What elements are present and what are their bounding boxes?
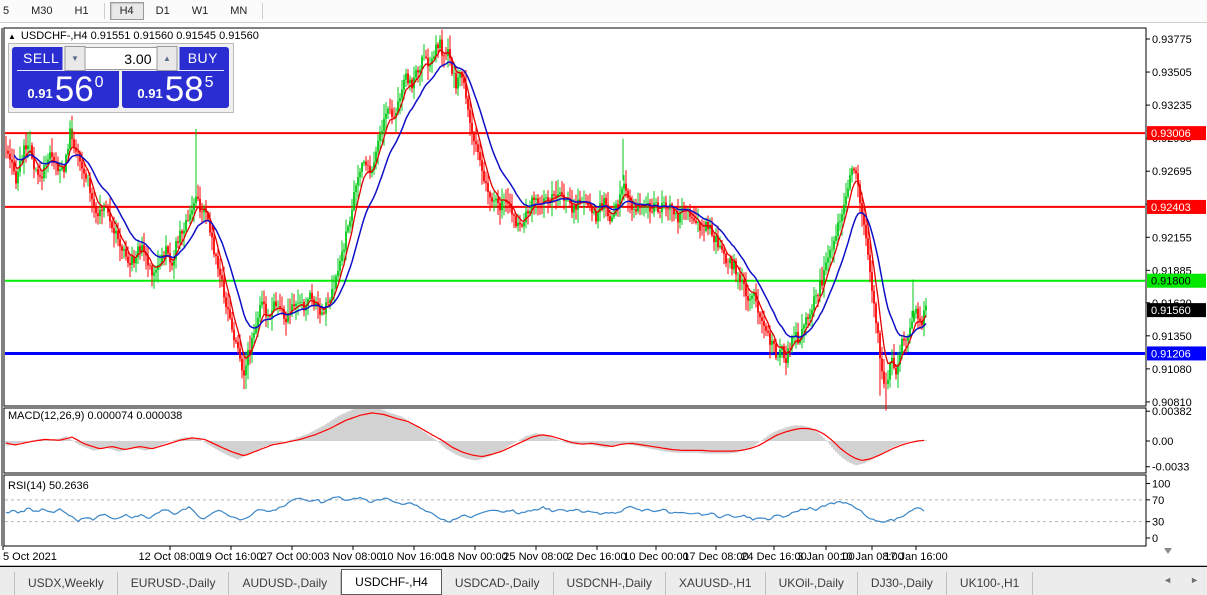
toolbar-separator bbox=[262, 3, 263, 19]
one-click-trading-panel: SELL 0.91560 BUY 0.91585 ▼ ▲ bbox=[8, 43, 234, 113]
macd-indicator-label: MACD(12,26,9) 0.000074 0.000038 bbox=[8, 410, 182, 422]
svg-text:25 Nov 08:00: 25 Nov 08:00 bbox=[503, 551, 568, 563]
chart-tabs: USDX,WeeklyEURUSD-,DailyAUDUSD-,DailyUSD… bbox=[0, 569, 1033, 595]
buy-price-sup: 5 bbox=[205, 74, 214, 92]
chart-tab-ukoil-daily[interactable]: UKOil-,Daily bbox=[766, 572, 858, 595]
collapse-panel-icon[interactable]: ▲ bbox=[8, 32, 16, 41]
buy-label: BUY bbox=[188, 50, 218, 66]
rsi-name: RSI(14) bbox=[8, 480, 46, 492]
macd-values: 0.000074 0.000038 bbox=[87, 410, 182, 422]
svg-text:0.91800: 0.91800 bbox=[1151, 276, 1191, 288]
svg-text:0.91206: 0.91206 bbox=[1151, 348, 1191, 360]
timeframe-button-mn[interactable]: MN bbox=[220, 2, 257, 20]
svg-text:0.00382: 0.00382 bbox=[1152, 406, 1192, 418]
svg-text:5 Oct 2021: 5 Oct 2021 bbox=[3, 551, 57, 563]
chart-tab-xauusd-h1[interactable]: XAUUSD-,H1 bbox=[666, 572, 766, 595]
svg-text:70: 70 bbox=[1152, 495, 1164, 507]
sell-price-base: 0.91 bbox=[27, 86, 52, 101]
chart-tab-uk100-h1[interactable]: UK100-,H1 bbox=[947, 572, 1033, 595]
svg-text:100: 100 bbox=[1152, 479, 1170, 491]
chart-tab-dj30-daily[interactable]: DJ30-,Daily bbox=[858, 572, 947, 595]
svg-text:3 Nov 08:00: 3 Nov 08:00 bbox=[323, 551, 382, 563]
sell-price-big: 56 bbox=[55, 73, 94, 106]
chart-tab-usdcnh-daily[interactable]: USDCNH-,Daily bbox=[554, 572, 666, 595]
svg-text:0.93235: 0.93235 bbox=[1152, 100, 1192, 112]
svg-text:0.93006: 0.93006 bbox=[1151, 128, 1191, 140]
chart-tab-audusd-daily[interactable]: AUDUSD-,Daily bbox=[229, 572, 341, 595]
svg-text:0.92695: 0.92695 bbox=[1152, 166, 1192, 178]
macd-name: MACD(12,26,9) bbox=[8, 410, 84, 422]
svg-text:0.91560: 0.91560 bbox=[1151, 305, 1191, 317]
timeframe-button-h4[interactable]: H4 bbox=[110, 2, 144, 20]
tab-scroll-left-icon[interactable]: ◄ bbox=[1163, 575, 1172, 585]
chart-tab-bar: USDX,WeeklyEURUSD-,DailyAUDUSD-,DailyUSD… bbox=[0, 567, 1207, 595]
svg-text:12 Oct 08:00: 12 Oct 08:00 bbox=[139, 551, 202, 563]
svg-text:17 Dec 08:00: 17 Dec 08:00 bbox=[683, 551, 748, 563]
chart-tab-eurusd-daily[interactable]: EURUSD-,Daily bbox=[118, 572, 230, 595]
volume-input[interactable] bbox=[86, 47, 157, 70]
svg-text:0.92403: 0.92403 bbox=[1151, 202, 1191, 214]
chart-title: ▲ USDCHF-,H4 0.91551 0.91560 0.91545 0.91… bbox=[8, 30, 259, 42]
svg-text:0: 0 bbox=[1152, 533, 1158, 545]
buy-price-big: 58 bbox=[165, 73, 204, 106]
svg-text:0.91350: 0.91350 bbox=[1152, 331, 1192, 343]
svg-text:0.92155: 0.92155 bbox=[1152, 232, 1192, 244]
rsi-indicator-label: RSI(14) 50.2636 bbox=[8, 480, 89, 492]
rsi-value: 50.2636 bbox=[49, 480, 89, 492]
buy-price: 0.91585 bbox=[122, 73, 229, 106]
svg-text:18 Nov 00:00: 18 Nov 00:00 bbox=[442, 551, 507, 563]
svg-text:30: 30 bbox=[1152, 517, 1164, 529]
chart-tab-usdchf-h4[interactable]: USDCHF-,H4 bbox=[341, 569, 442, 595]
svg-text:27 Oct 00:00: 27 Oct 00:00 bbox=[261, 551, 324, 563]
svg-text:0.93775: 0.93775 bbox=[1152, 34, 1192, 46]
tab-scroll-right-icon[interactable]: ► bbox=[1190, 575, 1199, 585]
volume-decrease-button[interactable]: ▼ bbox=[65, 46, 86, 71]
volume-increase-button[interactable]: ▲ bbox=[157, 46, 178, 71]
chart-tab-usdcad-daily[interactable]: USDCAD-,Daily bbox=[442, 572, 554, 595]
svg-text:0.00: 0.00 bbox=[1152, 436, 1173, 448]
sell-price-sup: 0 bbox=[95, 74, 104, 92]
timeframe-button-m30[interactable]: M30 bbox=[21, 2, 62, 20]
buy-price-base: 0.91 bbox=[137, 86, 162, 101]
timeframe-button-d1[interactable]: D1 bbox=[146, 2, 180, 20]
sell-price: 0.91560 bbox=[12, 73, 119, 106]
mt4-window: 5M30H1H4D1W1MN 0.937750.935050.932350.92… bbox=[0, 0, 1207, 595]
svg-text:0.93505: 0.93505 bbox=[1152, 67, 1192, 79]
svg-text:10 Nov 16:00: 10 Nov 16:00 bbox=[381, 551, 446, 563]
svg-text:19 Oct 16:00: 19 Oct 16:00 bbox=[200, 551, 263, 563]
chart-ohlc-values: 0.91551 0.91560 0.91545 0.91560 bbox=[91, 30, 259, 42]
tab-scroll-nav: ◄ ► bbox=[1163, 575, 1199, 585]
timeframe-button-w1[interactable]: W1 bbox=[182, 2, 219, 20]
timeframe-button-h1[interactable]: H1 bbox=[65, 2, 99, 20]
chart-tab-usdx-weekly[interactable]: USDX,Weekly bbox=[14, 572, 118, 595]
toolbar-separator bbox=[104, 3, 105, 19]
timeframe-toolbar: 5M30H1 H4D1W1MN bbox=[0, 0, 1207, 23]
volume-spinner: ▼ ▲ bbox=[63, 46, 180, 71]
svg-text:10 Dec 00:00: 10 Dec 00:00 bbox=[623, 551, 688, 563]
chart-area[interactable]: 0.937750.935050.932350.929650.926950.924… bbox=[0, 23, 1207, 567]
chart-symbol-label: USDCHF-,H4 bbox=[21, 30, 88, 42]
svg-text:-0.0033: -0.0033 bbox=[1152, 462, 1189, 474]
svg-text:0.91080: 0.91080 bbox=[1152, 364, 1192, 376]
timeframe-button-5[interactable]: 5 bbox=[0, 2, 19, 20]
sell-label: SELL bbox=[23, 50, 59, 66]
svg-text:17 Jan 16:00: 17 Jan 16:00 bbox=[884, 551, 948, 563]
svg-text:2 Dec 16:00: 2 Dec 16:00 bbox=[567, 551, 626, 563]
